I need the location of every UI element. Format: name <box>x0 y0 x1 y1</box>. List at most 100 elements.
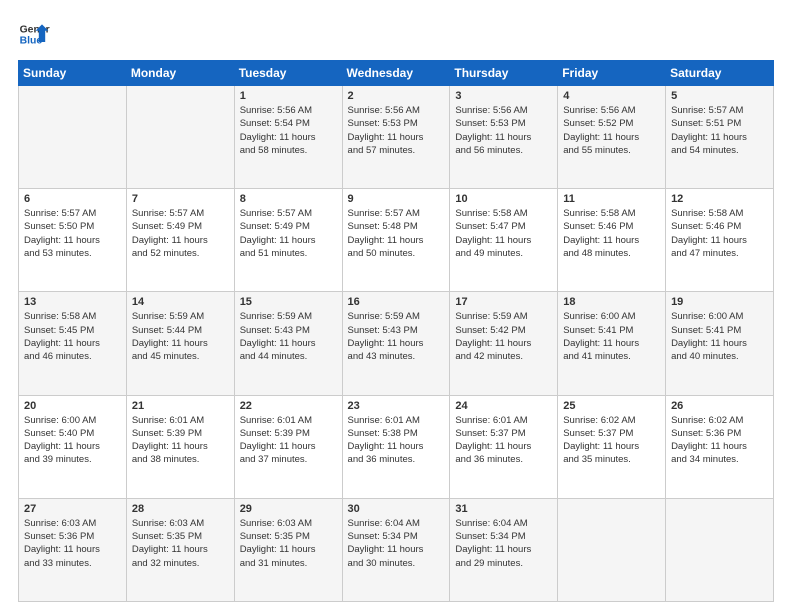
calendar-cell: 22 Sunrise: 6:01 AM Sunset: 5:39 PM Dayli… <box>234 395 342 498</box>
calendar-cell: 28 Sunrise: 6:03 AM Sunset: 5:35 PM Dayli… <box>126 498 234 601</box>
calendar-cell: 1 Sunrise: 5:56 AM Sunset: 5:54 PM Daylig… <box>234 86 342 189</box>
day-info: Sunrise: 5:57 AM Sunset: 5:50 PM Dayligh… <box>24 207 121 260</box>
day-info: Sunrise: 6:02 AM Sunset: 5:36 PM Dayligh… <box>671 414 768 467</box>
day-info: Sunrise: 5:59 AM Sunset: 5:44 PM Dayligh… <box>132 310 229 363</box>
day-info: Sunrise: 6:03 AM Sunset: 5:35 PM Dayligh… <box>240 517 337 570</box>
day-info: Sunrise: 6:00 AM Sunset: 5:41 PM Dayligh… <box>671 310 768 363</box>
day-info: Sunrise: 6:01 AM Sunset: 5:39 PM Dayligh… <box>132 414 229 467</box>
weekday-header-row: SundayMondayTuesdayWednesdayThursdayFrid… <box>19 61 774 86</box>
week-row-1: 1 Sunrise: 5:56 AM Sunset: 5:54 PM Daylig… <box>19 86 774 189</box>
day-number: 19 <box>671 296 768 308</box>
weekday-header-wednesday: Wednesday <box>342 61 450 86</box>
calendar-cell: 29 Sunrise: 6:03 AM Sunset: 5:35 PM Dayli… <box>234 498 342 601</box>
calendar-cell: 9 Sunrise: 5:57 AM Sunset: 5:48 PM Daylig… <box>342 189 450 292</box>
day-info: Sunrise: 6:02 AM Sunset: 5:37 PM Dayligh… <box>563 414 660 467</box>
calendar-cell: 10 Sunrise: 5:58 AM Sunset: 5:47 PM Dayli… <box>450 189 558 292</box>
week-row-4: 20Sunrise: 6:00 AM Sunset: 5:40 PM Dayli… <box>19 395 774 498</box>
day-info: Sunrise: 6:00 AM Sunset: 5:41 PM Dayligh… <box>563 310 660 363</box>
day-number: 3 <box>455 90 552 102</box>
calendar-cell: 3 Sunrise: 5:56 AM Sunset: 5:53 PM Daylig… <box>450 86 558 189</box>
logo: General Blue <box>18 18 50 50</box>
day-number: 22 <box>240 400 337 412</box>
week-row-3: 13 Sunrise: 5:58 AM Sunset: 5:45 PM Dayli… <box>19 292 774 395</box>
calendar-cell <box>126 86 234 189</box>
calendar-cell: 15 Sunrise: 5:59 AM Sunset: 5:43 PM Dayli… <box>234 292 342 395</box>
day-info: Sunrise: 5:57 AM Sunset: 5:51 PM Dayligh… <box>671 104 768 157</box>
day-info: Sunrise: 5:58 AM Sunset: 5:46 PM Dayligh… <box>563 207 660 260</box>
day-number: 1 <box>240 90 337 102</box>
day-number: 10 <box>455 193 552 205</box>
day-number: 24 <box>455 400 552 412</box>
day-number: 13 <box>24 296 121 308</box>
day-number: 25 <box>563 400 660 412</box>
day-number: 23 <box>348 400 445 412</box>
day-number: 15 <box>240 296 337 308</box>
calendar-cell: 25 Sunrise: 6:02 AM Sunset: 5:37 PM Dayli… <box>558 395 666 498</box>
day-info: Sunrise: 6:04 AM Sunset: 5:34 PM Dayligh… <box>455 517 552 570</box>
day-number: 12 <box>671 193 768 205</box>
day-number: 17 <box>455 296 552 308</box>
day-number: 20 <box>24 400 121 412</box>
day-info: Sunrise: 5:56 AM Sunset: 5:54 PM Dayligh… <box>240 104 337 157</box>
weekday-header-tuesday: Tuesday <box>234 61 342 86</box>
calendar-cell: 17Sunrise: 5:59 AM Sunset: 5:42 PM Dayli… <box>450 292 558 395</box>
day-number: 26 <box>671 400 768 412</box>
day-info: Sunrise: 6:03 AM Sunset: 5:36 PM Dayligh… <box>24 517 121 570</box>
calendar-cell: 12 Sunrise: 5:58 AM Sunset: 5:46 PM Dayli… <box>666 189 774 292</box>
day-number: 28 <box>132 503 229 515</box>
calendar-cell: 8 Sunrise: 5:57 AM Sunset: 5:49 PM Daylig… <box>234 189 342 292</box>
day-info: Sunrise: 5:57 AM Sunset: 5:49 PM Dayligh… <box>132 207 229 260</box>
calendar-cell <box>666 498 774 601</box>
day-number: 16 <box>348 296 445 308</box>
calendar-cell: 19 Sunrise: 6:00 AM Sunset: 5:41 PM Dayli… <box>666 292 774 395</box>
calendar-cell: 5Sunrise: 5:57 AM Sunset: 5:51 PM Daylig… <box>666 86 774 189</box>
day-info: Sunrise: 5:59 AM Sunset: 5:43 PM Dayligh… <box>348 310 445 363</box>
calendar-cell: 14 Sunrise: 5:59 AM Sunset: 5:44 PM Dayli… <box>126 292 234 395</box>
day-number: 31 <box>455 503 552 515</box>
calendar-cell: 2Sunrise: 5:56 AM Sunset: 5:53 PM Daylig… <box>342 86 450 189</box>
day-info: Sunrise: 5:59 AM Sunset: 5:43 PM Dayligh… <box>240 310 337 363</box>
day-number: 4 <box>563 90 660 102</box>
day-number: 21 <box>132 400 229 412</box>
day-info: Sunrise: 6:01 AM Sunset: 5:37 PM Dayligh… <box>455 414 552 467</box>
day-number: 6 <box>24 193 121 205</box>
weekday-header-thursday: Thursday <box>450 61 558 86</box>
day-info: Sunrise: 5:58 AM Sunset: 5:47 PM Dayligh… <box>455 207 552 260</box>
day-info: Sunrise: 5:56 AM Sunset: 5:52 PM Dayligh… <box>563 104 660 157</box>
calendar-cell: 23Sunrise: 6:01 AM Sunset: 5:38 PM Dayli… <box>342 395 450 498</box>
calendar-cell: 26 Sunrise: 6:02 AM Sunset: 5:36 PM Dayli… <box>666 395 774 498</box>
calendar-cell: 7 Sunrise: 5:57 AM Sunset: 5:49 PM Daylig… <box>126 189 234 292</box>
day-number: 30 <box>348 503 445 515</box>
calendar-cell <box>558 498 666 601</box>
day-info: Sunrise: 6:01 AM Sunset: 5:39 PM Dayligh… <box>240 414 337 467</box>
day-number: 9 <box>348 193 445 205</box>
weekday-header-friday: Friday <box>558 61 666 86</box>
day-number: 18 <box>563 296 660 308</box>
day-info: Sunrise: 5:58 AM Sunset: 5:46 PM Dayligh… <box>671 207 768 260</box>
day-info: Sunrise: 5:57 AM Sunset: 5:49 PM Dayligh… <box>240 207 337 260</box>
weekday-header-saturday: Saturday <box>666 61 774 86</box>
day-number: 8 <box>240 193 337 205</box>
day-number: 14 <box>132 296 229 308</box>
calendar-cell: 18 Sunrise: 6:00 AM Sunset: 5:41 PM Dayli… <box>558 292 666 395</box>
calendar-cell: 16 Sunrise: 5:59 AM Sunset: 5:43 PM Dayli… <box>342 292 450 395</box>
calendar-cell: 11Sunrise: 5:58 AM Sunset: 5:46 PM Dayli… <box>558 189 666 292</box>
weekday-header-monday: Monday <box>126 61 234 86</box>
calendar-cell: 4 Sunrise: 5:56 AM Sunset: 5:52 PM Daylig… <box>558 86 666 189</box>
day-info: Sunrise: 5:58 AM Sunset: 5:45 PM Dayligh… <box>24 310 121 363</box>
calendar-cell: 24 Sunrise: 6:01 AM Sunset: 5:37 PM Dayli… <box>450 395 558 498</box>
day-number: 29 <box>240 503 337 515</box>
calendar-table: SundayMondayTuesdayWednesdayThursdayFrid… <box>18 60 774 602</box>
calendar-cell: 13 Sunrise: 5:58 AM Sunset: 5:45 PM Dayli… <box>19 292 127 395</box>
week-row-2: 6 Sunrise: 5:57 AM Sunset: 5:50 PM Daylig… <box>19 189 774 292</box>
day-info: Sunrise: 6:03 AM Sunset: 5:35 PM Dayligh… <box>132 517 229 570</box>
day-info: Sunrise: 5:57 AM Sunset: 5:48 PM Dayligh… <box>348 207 445 260</box>
day-info: Sunrise: 5:56 AM Sunset: 5:53 PM Dayligh… <box>455 104 552 157</box>
calendar-cell: 6 Sunrise: 5:57 AM Sunset: 5:50 PM Daylig… <box>19 189 127 292</box>
header: General Blue <box>18 18 774 50</box>
day-number: 27 <box>24 503 121 515</box>
calendar-cell: 27 Sunrise: 6:03 AM Sunset: 5:36 PM Dayli… <box>19 498 127 601</box>
logo-icon: General Blue <box>18 18 50 50</box>
day-number: 7 <box>132 193 229 205</box>
calendar-cell: 21 Sunrise: 6:01 AM Sunset: 5:39 PM Dayli… <box>126 395 234 498</box>
